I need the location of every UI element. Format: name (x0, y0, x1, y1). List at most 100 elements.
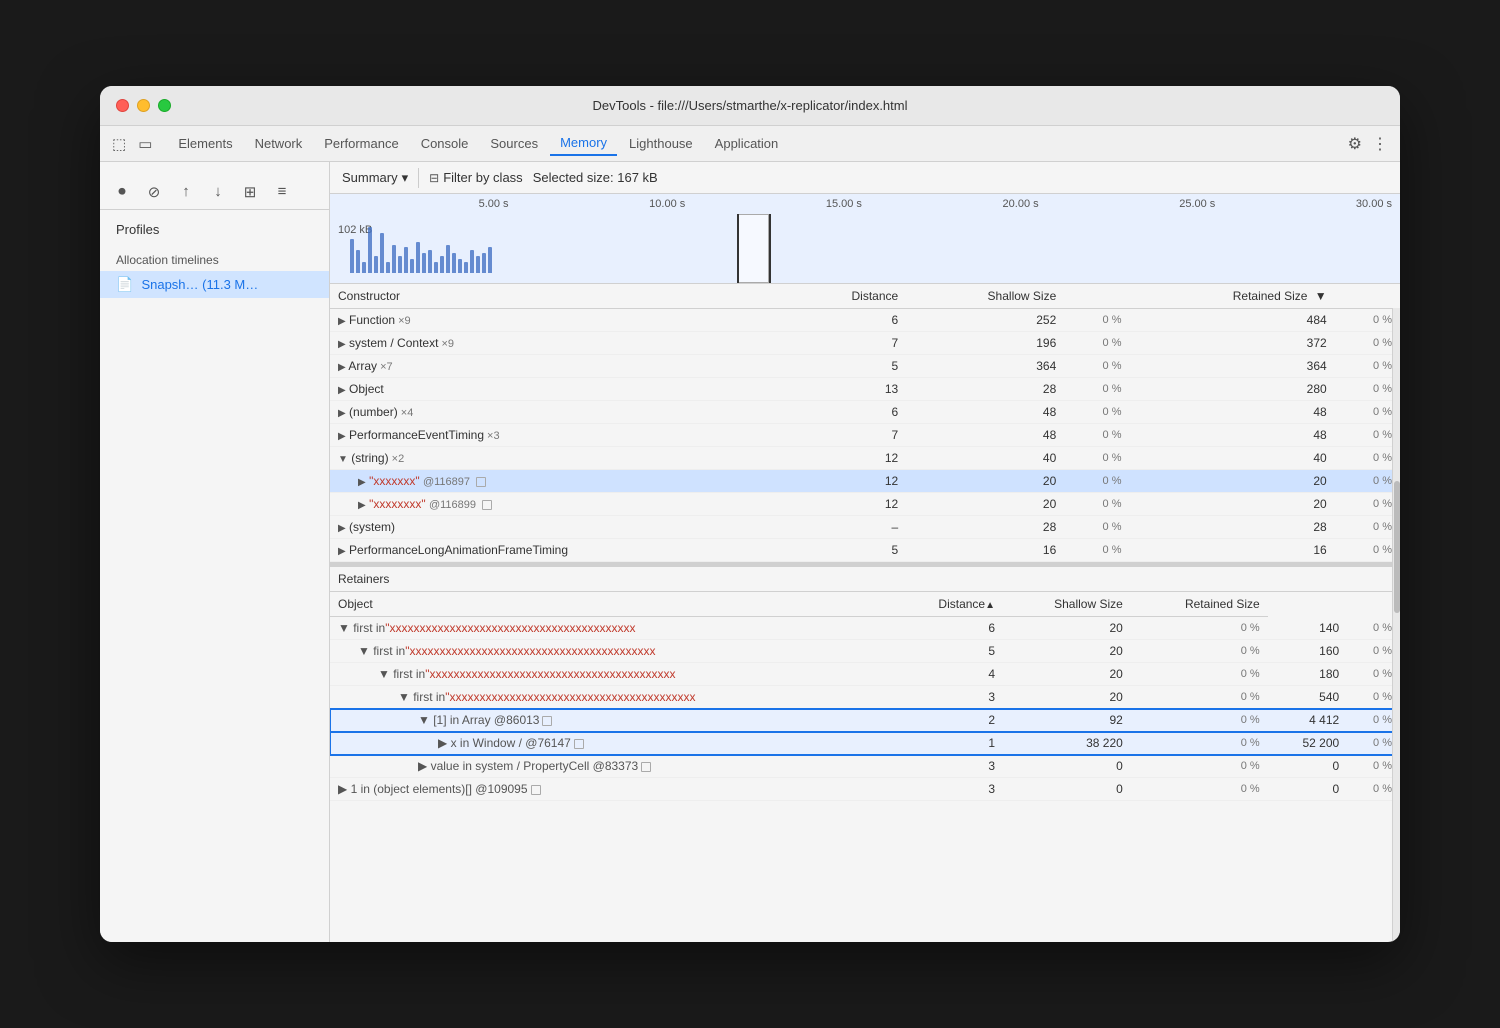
cell-ret-retained: 160 (1268, 640, 1348, 663)
timeline-bar (446, 245, 450, 274)
copy-link-icon[interactable] (482, 500, 492, 510)
retainer-copy-icon[interactable] (641, 762, 651, 772)
list-item[interactable]: ▶ value in system / PropertyCell @83373 … (330, 755, 1400, 778)
cell-ret-shallow-pct: 0 % (1131, 778, 1268, 801)
record-icon[interactable]: ⏺ (112, 182, 132, 202)
more-options-icon[interactable]: ⋮ (1372, 134, 1388, 154)
constructor-name: system / Context (349, 336, 438, 350)
constructor-name: (system) (349, 520, 395, 534)
settings-icon[interactable]: ⚙ (1348, 134, 1362, 154)
table-row[interactable]: ▶ (number) ×4 6 48 0 % 48 0 % (330, 401, 1400, 424)
cell-distance: 12 (789, 447, 906, 470)
tab-sources[interactable]: Sources (480, 132, 548, 155)
cell-shallow-pct: 0 % (1064, 401, 1129, 424)
cell-ret-shallow: 92 (1003, 709, 1131, 732)
table-row[interactable]: ▶ Function ×9 6 252 0 % 484 0 % (330, 309, 1400, 332)
filter-by-class-button[interactable]: ⊟ Filter by class (429, 170, 523, 185)
maximize-button[interactable] (158, 99, 171, 112)
col-retained-size[interactable]: Retained Size ▼ (1130, 284, 1335, 309)
cell-retained-pct: 0 % (1335, 516, 1400, 539)
sort-arrow-icon: ▼ (1315, 289, 1327, 303)
list-item[interactable]: ▼ first in"xxxxxxxxxxxxxxxxxxxxxxxxxxxxx… (330, 686, 1400, 709)
cell-constructor: ▶ system / Context ×9 (330, 332, 789, 355)
col-shallow-size: Shallow Size (906, 284, 1064, 309)
constructor-count: ×9 (395, 315, 411, 327)
retainer-copy-icon[interactable] (574, 739, 584, 749)
tab-lighthouse[interactable]: Lighthouse (619, 132, 703, 155)
timeline-labels: 5.00 s 10.00 s 15.00 s 20.00 s 25.00 s 3… (330, 194, 1400, 210)
list-item[interactable]: ▼ first in"xxxxxxxxxxxxxxxxxxxxxxxxxxxxx… (330, 640, 1400, 663)
timeline-bar (440, 256, 444, 273)
collect-icon[interactable]: ⊞ (240, 182, 260, 202)
close-button[interactable] (116, 99, 129, 112)
table-row[interactable]: ▶ system / Context ×9 7 196 0 % 372 0 % (330, 332, 1400, 355)
copy-link-icon[interactable] (476, 477, 486, 487)
ret-col-distance[interactable]: Distance▲ (894, 592, 1004, 617)
cell-ret-retained: 0 (1268, 778, 1348, 801)
snapshot-item[interactable]: 📄 Snapsh… (11.3 M… (100, 271, 329, 298)
table-row[interactable]: ▶ PerformanceLongAnimationFrameTiming 5 … (330, 539, 1400, 562)
allocation-timelines-label: Allocation timelines (100, 245, 329, 271)
sidebar: ⏺ ⊘ ↑ ↓ ⊞ ≡ Profiles Allocation timeline… (100, 162, 330, 942)
upload-icon[interactable]: ↑ (176, 182, 196, 202)
cell-retained-pct: 0 % (1335, 332, 1400, 355)
main-layout: ⏺ ⊘ ↑ ↓ ⊞ ≡ Profiles Allocation timeline… (100, 162, 1400, 942)
inspect-icon[interactable]: ⬚ (112, 135, 126, 153)
timeline-selection[interactable] (737, 214, 769, 283)
cell-distance: 12 (789, 470, 906, 493)
cell-constructor: ▶ PerformanceEventTiming ×3 (330, 424, 789, 447)
right-panel: Summary ▾ ⊟ Filter by class Selected siz… (330, 162, 1400, 942)
cell-distance: 7 (789, 332, 906, 355)
retainer-link: "xxxxxxxxxxxxxxxxxxxxxxxxxxxxxxxxxxxxxxx… (445, 690, 695, 704)
scrollbar[interactable] (1392, 284, 1400, 942)
cell-shallow: 48 (906, 401, 1064, 424)
table-row[interactable]: ▶ "xxxxxxxx" @116899 12 20 0 % 20 0 % (330, 493, 1400, 516)
retainer-prefix: ▶ value in system / PropertyCell (418, 759, 589, 773)
cell-distance: 7 (789, 424, 906, 447)
tab-network[interactable]: Network (245, 132, 313, 155)
tab-elements[interactable]: Elements (168, 132, 242, 155)
cell-retained: 364 (1130, 355, 1335, 378)
retainers-table-wrapper: Object Distance▲ Shallow Size Retained S… (330, 592, 1400, 942)
download-icon[interactable]: ↓ (208, 182, 228, 202)
timeline-area[interactable]: 5.00 s 10.00 s 15.00 s 20.00 s 25.00 s 3… (330, 194, 1400, 284)
scrollbar-thumb[interactable] (1394, 481, 1400, 613)
stop-icon[interactable]: ⊘ (144, 182, 164, 202)
action-icons: ⏺ ⊘ ↑ ↓ ⊞ ≡ (112, 182, 292, 202)
constructor-count: ×2 (389, 453, 405, 465)
timeline-bar (428, 250, 432, 273)
tab-memory[interactable]: Memory (550, 131, 617, 156)
tab-performance[interactable]: Performance (314, 132, 408, 155)
timeline-bar (356, 250, 360, 273)
tab-console[interactable]: Console (411, 132, 479, 155)
table-row[interactable]: ▶ PerformanceEventTiming ×3 7 48 0 % 48 … (330, 424, 1400, 447)
ret-col-object: Object (330, 592, 894, 617)
table-row[interactable]: ▼ (string) ×2 12 40 0 % 40 0 % (330, 447, 1400, 470)
list-item[interactable]: ▼ [1] in Array @86013 2 92 0 % 4 412 0 % (330, 709, 1400, 732)
retainer-copy-icon[interactable] (542, 716, 552, 726)
filter-label: Filter by class (443, 170, 522, 185)
tab-application[interactable]: Application (705, 132, 789, 155)
retainer-copy-icon[interactable] (531, 785, 541, 795)
minimize-button[interactable] (137, 99, 150, 112)
profiles-header: Profiles (100, 218, 329, 245)
settings2-icon[interactable]: ≡ (272, 182, 292, 202)
table-row[interactable]: ▶ "xxxxxxx" @116897 12 20 0 % 20 0 % (330, 470, 1400, 493)
list-item[interactable]: ▼ first in"xxxxxxxxxxxxxxxxxxxxxxxxxxxxx… (330, 617, 1400, 640)
retainer-prefix: ▼ [1] in Array (418, 713, 491, 727)
list-item[interactable]: ▶ x in Window / @76147 1 38 220 0 % 52 2… (330, 732, 1400, 755)
nav-tabs: Elements Network Performance Console Sou… (168, 131, 1331, 156)
cell-ret-shallow: 38 220 (1003, 732, 1131, 755)
cell-ret-shallow-pct: 0 % (1131, 732, 1268, 755)
list-item[interactable]: ▶ 1 in (object elements)[] @109095 3 0 0… (330, 778, 1400, 801)
table-row[interactable]: ▶ Array ×7 5 364 0 % 364 0 % (330, 355, 1400, 378)
selected-size: Selected size: 167 kB (533, 170, 658, 185)
table-row[interactable]: ▶ (system) – 28 0 % 28 0 % (330, 516, 1400, 539)
list-item[interactable]: ▼ first in"xxxxxxxxxxxxxxxxxxxxxxxxxxxxx… (330, 663, 1400, 686)
cell-retained-pct: 0 % (1335, 309, 1400, 332)
table-row[interactable]: ▶ Object 13 28 0 % 280 0 % (330, 378, 1400, 401)
summary-dropdown[interactable]: Summary ▾ (342, 170, 408, 186)
timeline-bar (362, 262, 366, 273)
device-icon[interactable]: ▭ (138, 135, 152, 153)
cell-ret-shallow-pct: 0 % (1131, 755, 1268, 778)
